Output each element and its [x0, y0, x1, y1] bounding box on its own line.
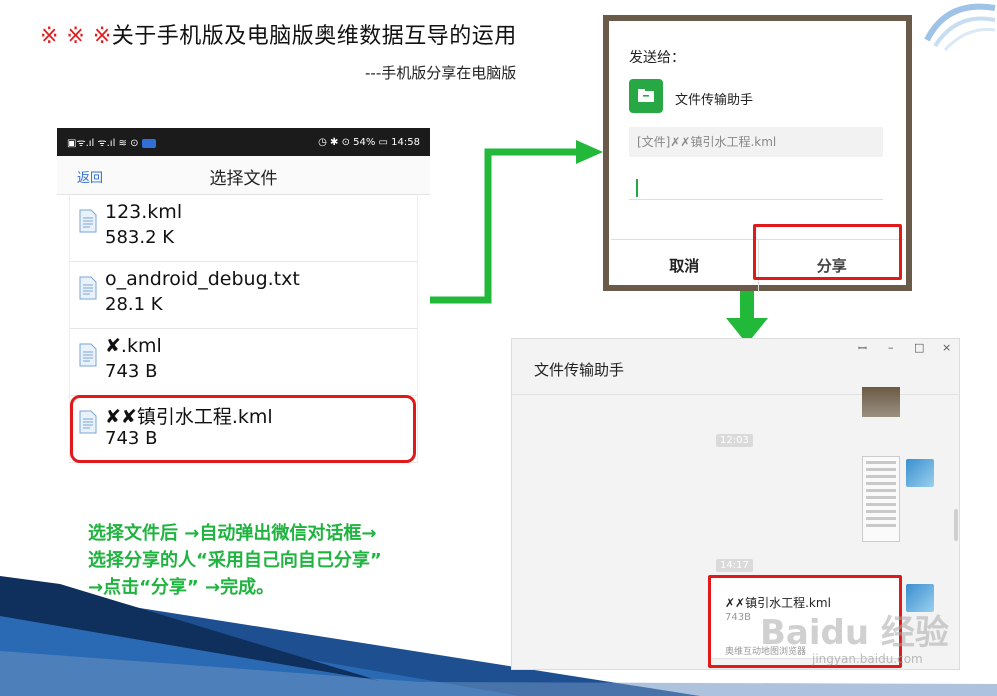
title-text: 关于手机版及电脑版奥维数据互导的运用: [111, 24, 517, 49]
file-size: 583.2 K: [105, 227, 175, 248]
maximize-icon[interactable]: □: [914, 341, 924, 354]
timestamp: 12:03: [716, 434, 753, 447]
instruction-line-1: 选择文件后 →自动弹出微信对话框→: [88, 523, 377, 544]
timestamp: 14:17: [716, 559, 753, 572]
folder-icon: [629, 79, 663, 113]
selected-file-highlight: [70, 395, 416, 463]
status-left-icons: ▣ᯤ.ıl ᯤ.ıl ≋ ⊙: [67, 135, 157, 149]
picker-title: 选择文件: [209, 169, 278, 189]
title-marks: ※ ※ ※: [40, 24, 112, 49]
avatar[interactable]: [906, 459, 934, 487]
corner-logo-swirl: [924, 3, 996, 52]
file-size: 28.1 K: [105, 294, 163, 315]
message-input[interactable]: [629, 171, 883, 200]
image-message-thumbnail[interactable]: [862, 387, 900, 417]
document-icon: [79, 209, 97, 233]
document-icon: [79, 343, 97, 367]
dialog-heading: 发送给：: [629, 50, 685, 66]
file-name: 123.kml: [105, 201, 183, 223]
pin-icon[interactable]: ꟷ: [858, 341, 867, 356]
scrollbar[interactable]: [954, 509, 958, 541]
close-icon[interactable]: ×: [942, 341, 951, 354]
app-notification-icon: [142, 138, 157, 148]
baidu-watermark-url: jingyan.baidu.com: [812, 652, 923, 666]
share-button-highlight: [753, 224, 902, 280]
minimize-icon[interactable]: –: [888, 341, 894, 354]
contact-name[interactable]: 文件传输助手: [675, 89, 753, 108]
baidu-watermark: Baidu 经验: [760, 613, 949, 653]
phone-nav-bar: 返回 选择文件: [57, 156, 430, 195]
chat-title: 文件传输助手: [534, 361, 625, 379]
document-icon: [79, 276, 97, 300]
file-size: 743 B: [105, 361, 158, 382]
text-caret: [636, 179, 638, 197]
instruction-line-2: 选择分享的人“采用自己向自己分享”: [88, 550, 382, 571]
file-name: ✘.kml: [105, 335, 162, 357]
file-item-0[interactable]: 123.kml 583.2 K: [70, 195, 417, 262]
file-name: o_android_debug.txt: [105, 268, 300, 290]
screenshot-message-thumbnail[interactable]: [862, 456, 900, 542]
shared-file-label: [文件]✗✗镇引水工程.kml: [629, 127, 883, 157]
status-right: ◷ ✱ ⊙ 54% ▭ 14:58: [318, 136, 420, 148]
file-item-2[interactable]: ✘.kml 743 B: [70, 329, 417, 396]
instruction-text: 选择文件后 →自动弹出微信对话框→ 选择分享的人“采用自己向自己分享” →点击“…: [88, 520, 382, 601]
arrow-right-icon: [430, 140, 603, 304]
instruction-line-3: →点击“分享” →完成。: [88, 577, 275, 598]
cancel-button[interactable]: 取消: [611, 240, 758, 292]
slide-title: ※ ※ ※关于手机版及电脑版奥维数据互导的运用: [40, 18, 517, 50]
slide-subtitle: ---手机版分享在电脑版: [365, 64, 517, 82]
file-item-1[interactable]: o_android_debug.txt 28.1 K: [70, 262, 417, 329]
phone-status-bar: ▣ᯤ.ıl ᯤ.ıl ≋ ⊙ ◷ ✱ ⊙ 54% ▭ 14:58: [57, 128, 430, 156]
